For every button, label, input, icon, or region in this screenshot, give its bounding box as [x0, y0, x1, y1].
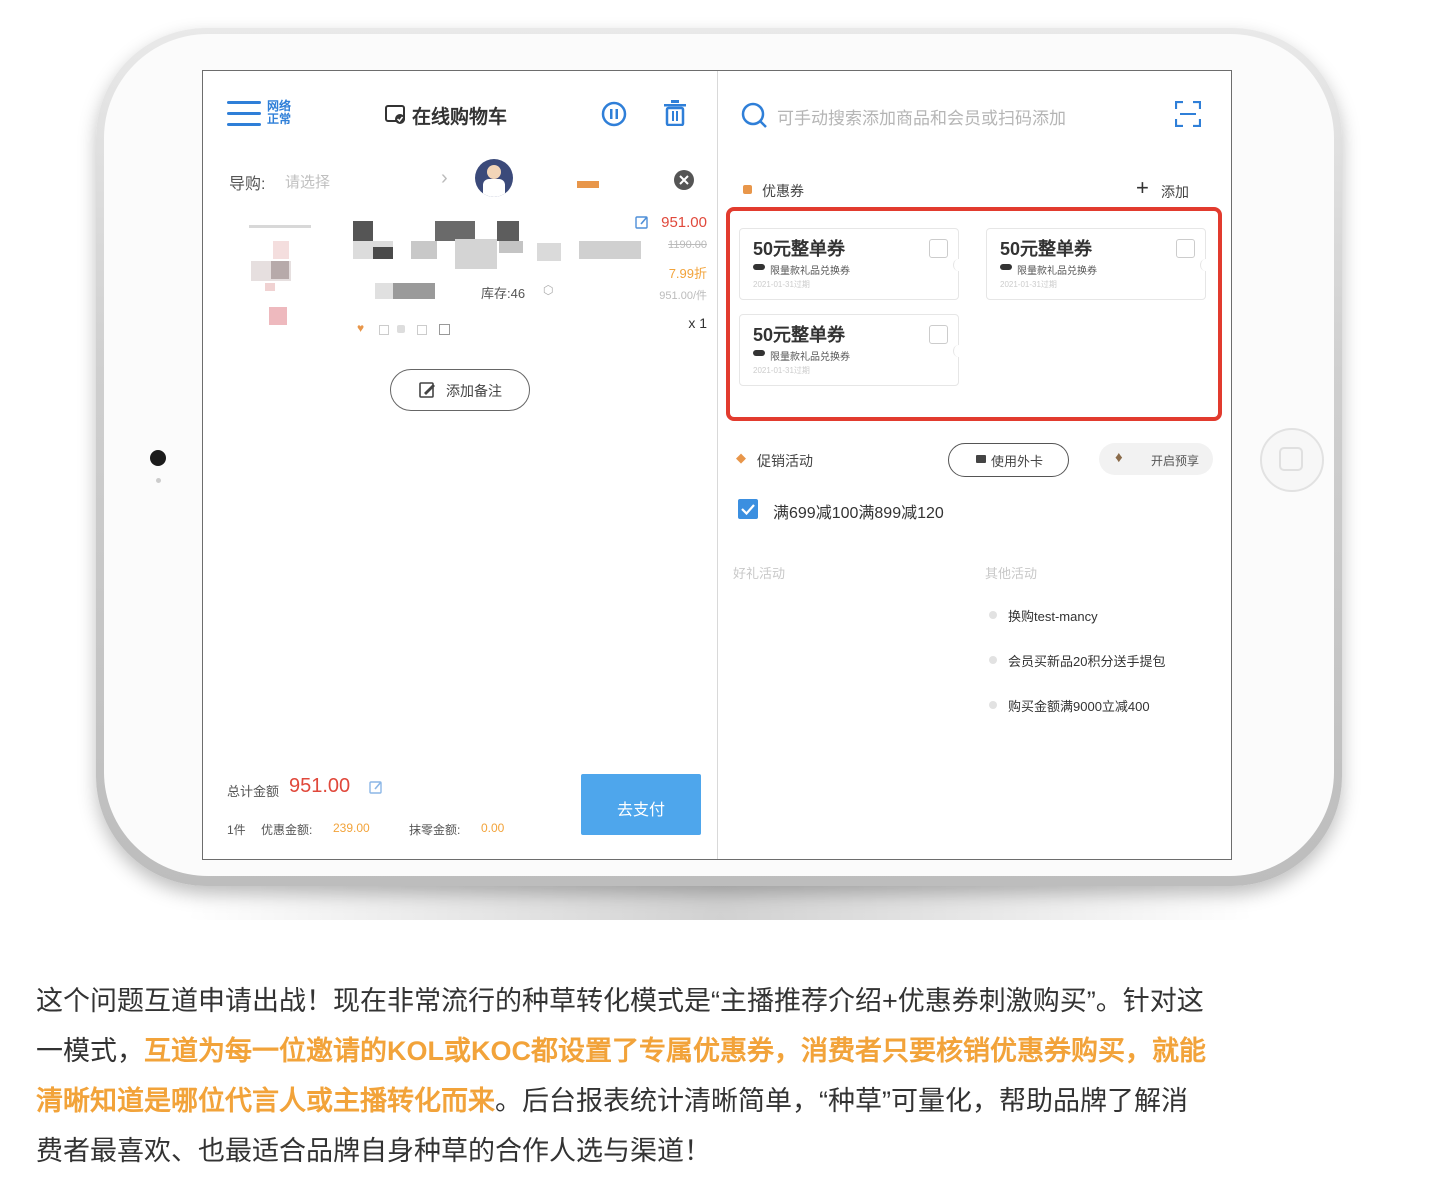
coupon-title: 50元整单券: [1000, 239, 1093, 259]
avatar: [475, 159, 513, 197]
presale-label: 开启预享: [1151, 454, 1200, 468]
chevron-right-icon: ›: [441, 167, 448, 189]
tag-icon: ◆: [736, 450, 746, 465]
pay-button-label: 去支付: [616, 802, 665, 819]
promo-label: 促销活动: [757, 453, 813, 469]
radio-icon[interactable]: [989, 701, 997, 709]
coupon-title: 50元整单券: [753, 325, 846, 345]
add-note-label: 添加备注: [446, 383, 502, 399]
network-status: 网络正常: [267, 99, 292, 126]
total-value: 951.00: [289, 775, 351, 797]
coupon-date: 2021-01-31过期: [753, 366, 810, 375]
activity-item[interactable]: 换购test-mancy: [1008, 606, 1098, 625]
radio-icon[interactable]: [989, 656, 997, 664]
presale-button[interactable]: ♦ 开启预享: [1099, 443, 1213, 475]
coupon-card[interactable]: 50元整单券 限量款礼品兑换券 2021-01-31过期: [986, 228, 1211, 300]
pause-icon[interactable]: [601, 101, 627, 127]
check-icon: [741, 504, 755, 516]
sensor-dot: [156, 478, 161, 483]
home-button-icon: [1279, 447, 1303, 471]
activity-item[interactable]: 购买金额满9000立减400: [1008, 696, 1150, 715]
search-input[interactable]: 可手动搜索添加商品和会员或扫码添加: [777, 104, 1066, 129]
close-icon[interactable]: [673, 169, 695, 191]
coupon-title: 50元整单券: [753, 239, 846, 259]
card-icon: [976, 455, 986, 463]
panel-divider: [717, 71, 718, 859]
coupon-dot: [753, 350, 765, 356]
guide-label: 导购:: [229, 176, 266, 193]
cart-title: 在线购物车: [412, 107, 508, 128]
heart-icon: ♥: [357, 321, 365, 335]
coupon-checkbox[interactable]: [1176, 239, 1195, 258]
discount-amount-value: 239.00: [333, 821, 370, 835]
quantity: x 1: [688, 315, 707, 331]
article-line: 清晰知道是哪位代言人或主播转化而来。后台报表统计清晰简单，“种草”可量化，帮助品…: [36, 1088, 1188, 1115]
coupon-notch: [1200, 259, 1211, 271]
gift-activity-label: 好礼活动: [733, 566, 786, 581]
item-count: 1件: [227, 823, 246, 837]
article-text-span: 。后台报表统计清晰简单，“种草”可量化，帮助品牌了解消: [495, 1086, 1188, 1116]
trash-icon[interactable]: [663, 100, 687, 126]
coupon-icon: [743, 185, 752, 194]
other-activity-label: 其他活动: [985, 566, 1038, 581]
coupon-date: 2021-01-31过期: [753, 280, 810, 289]
unit-price: 951.00/件: [659, 290, 707, 302]
external-card-label: 使用外卡: [991, 454, 1044, 469]
article-highlight: 互道为每一位邀请的KOL或KOC都设置了专属优惠券，消费者只要核销优惠券购买，就…: [144, 1036, 1206, 1066]
coupon-checkbox[interactable]: [929, 325, 948, 344]
total-label: 总计金额: [227, 784, 280, 799]
coupons-label: 优惠券: [762, 183, 804, 199]
guide-select[interactable]: 请选择: [285, 171, 330, 192]
coupon-subtitle: 限量款礼品兑换券: [770, 352, 850, 363]
radio-icon[interactable]: [989, 611, 997, 619]
cube-icon: ⬡: [543, 283, 554, 297]
add-note-button[interactable]: 添加备注: [390, 369, 530, 411]
pos-screen: 网络正常 在线购物车 导购: 请选择 › 库存:46 ⬡ 951.00 1190…: [202, 70, 1232, 860]
article-line: 费者最喜欢、也最适合品牌自身种草的合作人选与渠道！: [36, 1136, 711, 1166]
cart-screen-icon: [385, 105, 405, 124]
coupon-subtitle: 限量款礼品兑换券: [770, 266, 850, 277]
scan-icon[interactable]: [1175, 101, 1201, 127]
coupon-date: 2021-01-31过期: [1000, 280, 1057, 289]
search-icon[interactable]: [741, 102, 769, 130]
add-coupon-button[interactable]: 添加: [1161, 182, 1189, 202]
original-price: 1190.00: [668, 239, 707, 251]
diamond-icon: ♦: [1115, 449, 1123, 466]
note-icon: [419, 382, 435, 398]
coupon-notch: [953, 345, 964, 357]
stock-label: 库存:46: [481, 286, 526, 301]
discount-rate: 7.99折: [668, 266, 707, 281]
coupon-card[interactable]: 50元整单券 限量款礼品兑换券 2021-01-31过期: [739, 228, 964, 300]
promo-option: 满699减100满899减120: [773, 505, 944, 522]
plus-icon[interactable]: +: [1136, 175, 1149, 201]
discount-amount-label: 优惠金额:: [261, 823, 313, 837]
coupon-notch: [953, 259, 964, 271]
article-line: 这个问题互道申请出战！现在非常流行的种草转化模式是“主播推荐介绍+优惠券刺激购买…: [36, 986, 1204, 1016]
edit-icon[interactable]: [635, 215, 649, 229]
product-price: 951.00: [661, 214, 707, 231]
article-text-span: 一模式，: [36, 1036, 144, 1066]
edit-total-icon[interactable]: [369, 780, 383, 794]
camera-icon: [150, 450, 166, 466]
activity-item[interactable]: 会员买新品20积分送手提包: [1008, 651, 1165, 670]
rounding-label: 抹零金额:: [409, 823, 461, 837]
avatar-tag: [577, 181, 599, 188]
promo-checkbox[interactable]: [738, 499, 758, 519]
coupon-dot: [753, 264, 765, 270]
pay-button[interactable]: 去支付: [581, 774, 701, 835]
external-card-button[interactable]: 使用外卡: [948, 443, 1069, 477]
article-highlight: 清晰知道是哪位代言人或主播转化而来: [36, 1086, 495, 1116]
menu-icon[interactable]: [227, 101, 261, 127]
rounding-value: 0.00: [481, 821, 505, 835]
coupon-checkbox[interactable]: [929, 239, 948, 258]
article-line: 一模式，互道为每一位邀请的KOL或KOC都设置了专属优惠券，消费者只要核销优惠券…: [36, 1038, 1206, 1065]
coupon-card[interactable]: 50元整单券 限量款礼品兑换券 2021-01-31过期: [739, 314, 964, 386]
coupon-dot: [1000, 264, 1012, 270]
coupon-subtitle: 限量款礼品兑换券: [1017, 266, 1097, 277]
